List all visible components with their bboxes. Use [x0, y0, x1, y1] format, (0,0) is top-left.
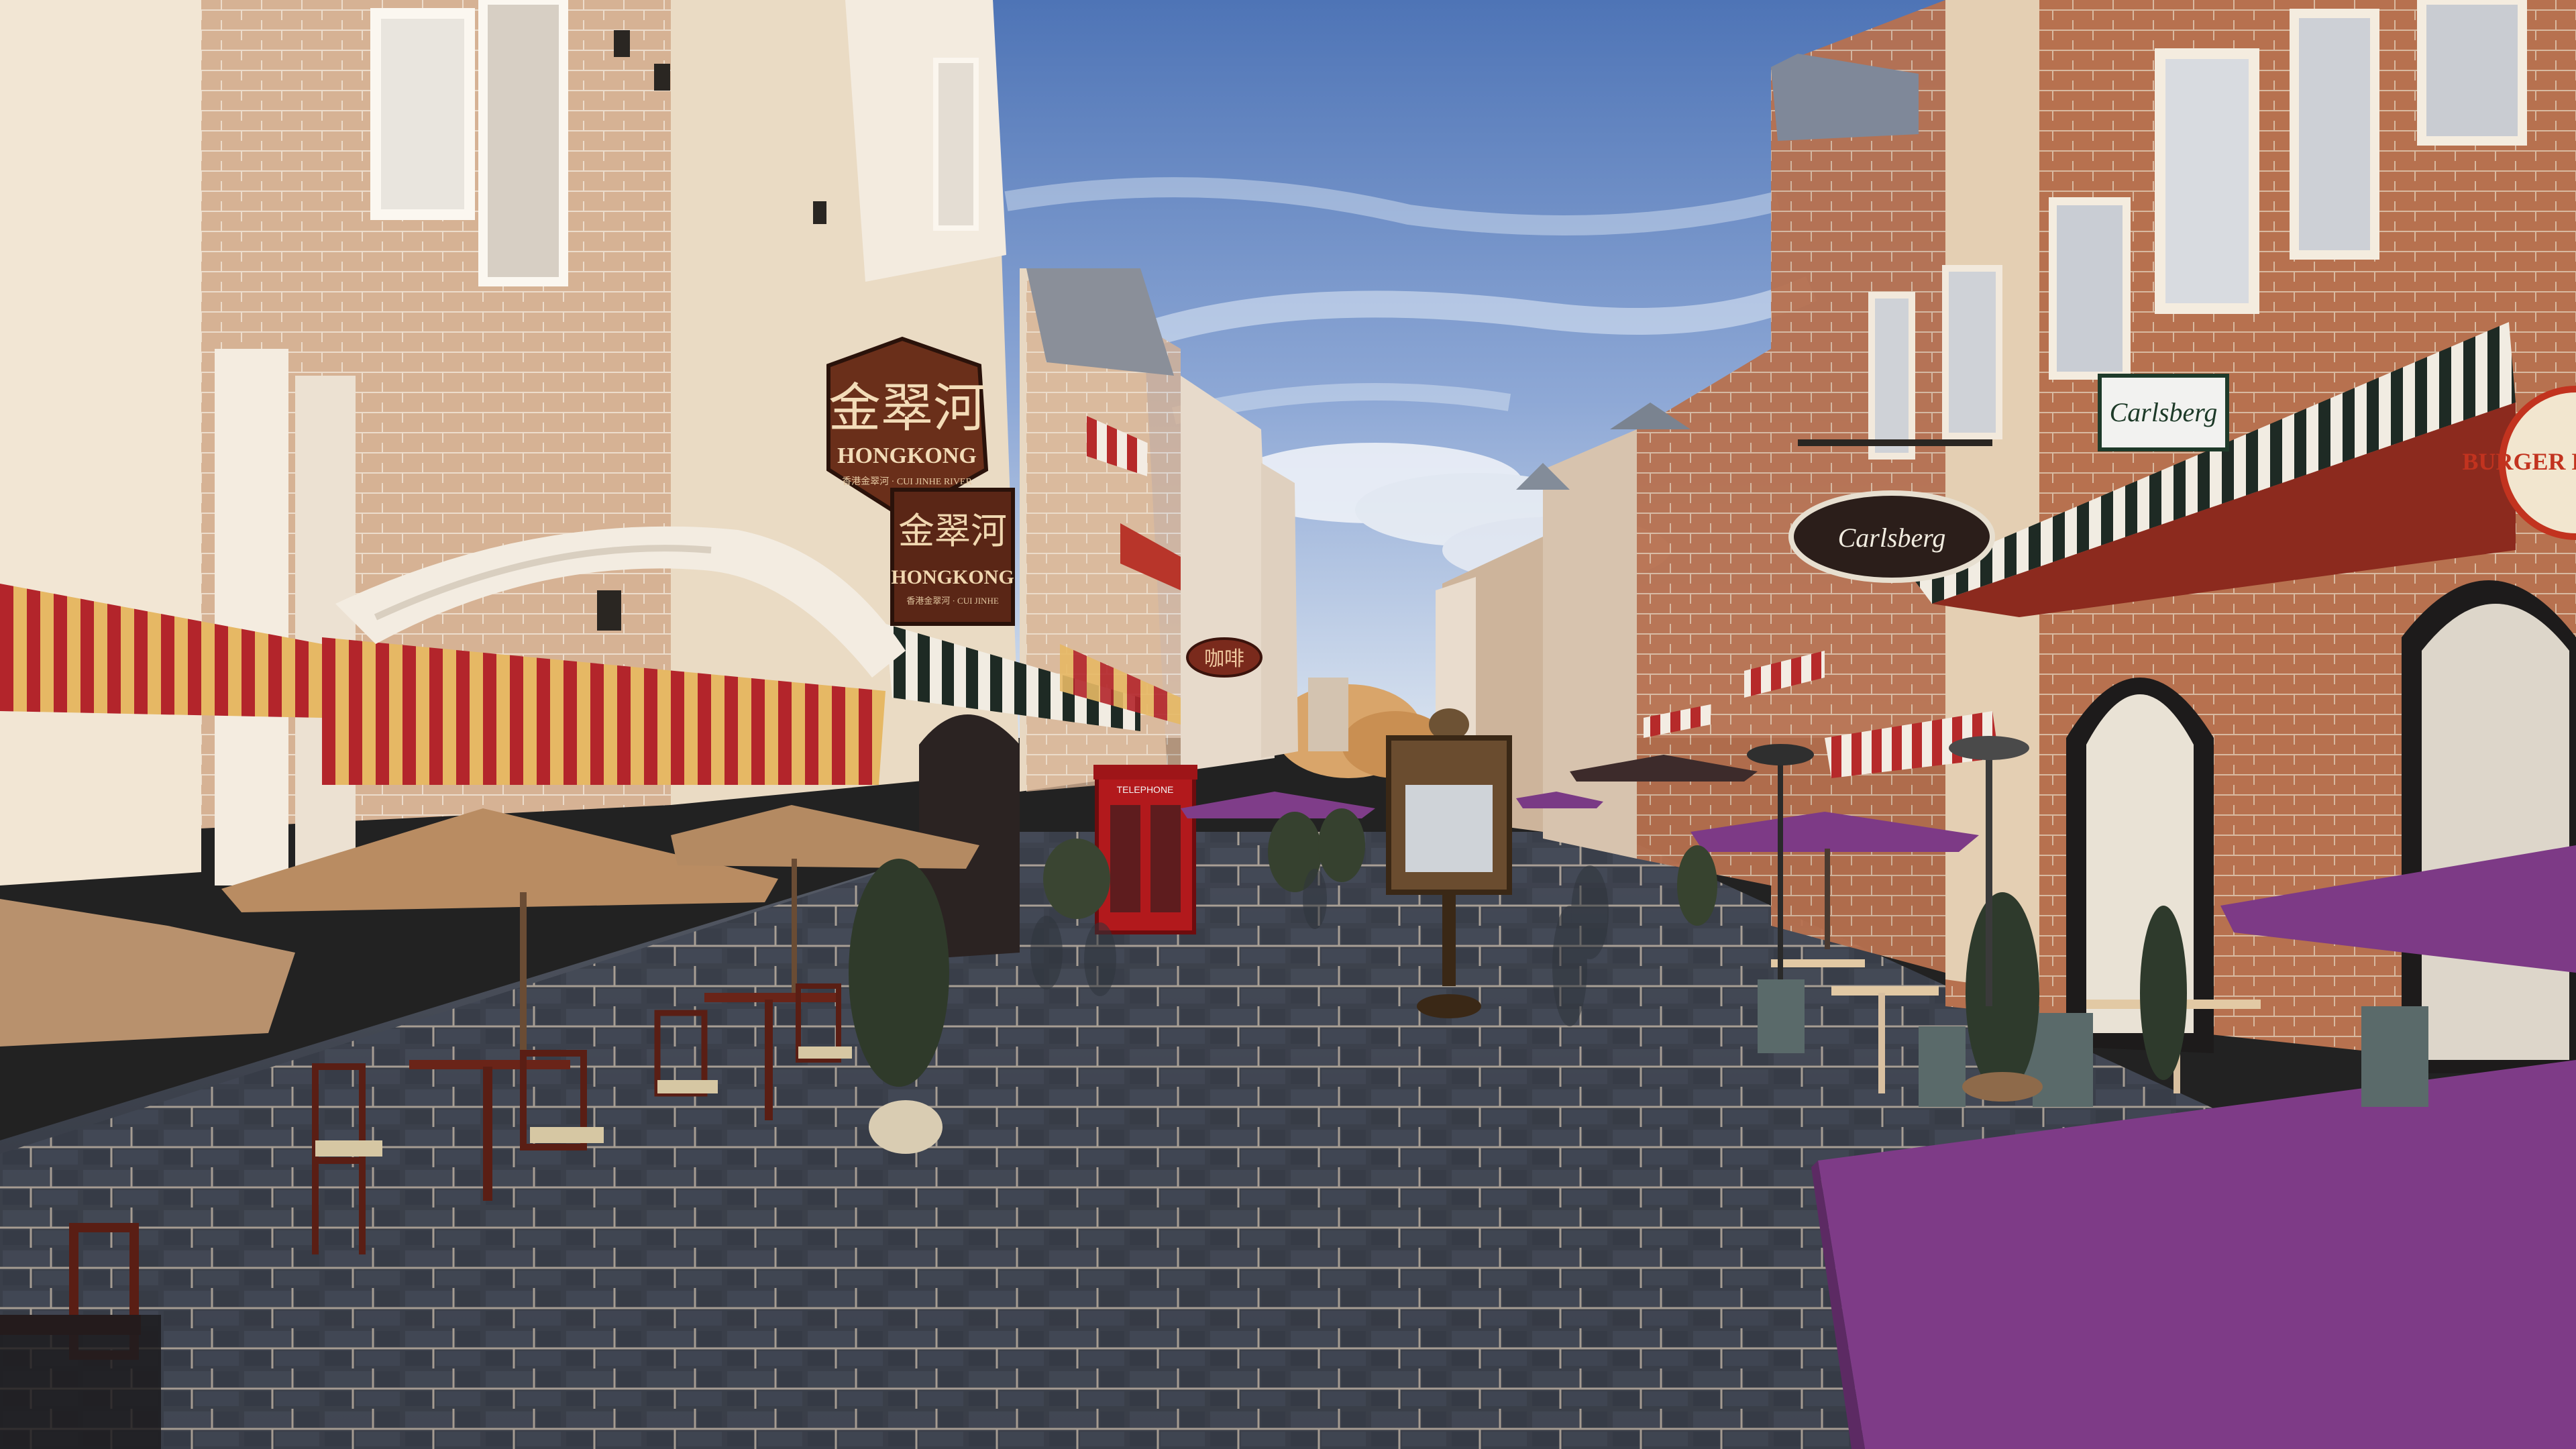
- carlsberg-hanging-text: Carlsberg: [1838, 523, 1946, 553]
- foreground-shadow: [0, 1315, 161, 1449]
- board-sign-small: 香港金翠河 · CUI JINHE: [906, 596, 999, 606]
- street-scene: 金翠河 HONGKONG 香港金翠河 · CUI JINHE RIVER 金翠河…: [0, 0, 2576, 1449]
- cafe-small-sign: 咖啡: [1186, 637, 1263, 678]
- carlsberg-top-text: Carlsberg: [2110, 397, 2218, 427]
- telephone-box: TELEPHONE: [1093, 765, 1197, 934]
- cafe-sign-text: 咖啡: [1204, 648, 1244, 670]
- board-sign-chinese: 金翠河: [898, 511, 1007, 551]
- burger-king-text: BURGER KING: [2462, 448, 2576, 475]
- hex-sign-chinese: 金翠河: [828, 379, 985, 437]
- carlsberg-wall-sign: Carlsberg: [2098, 374, 2229, 451]
- street-render: 金翠河 HONGKONG 香港金翠河 · CUI JINHE RIVER 金翠河…: [0, 0, 2576, 1449]
- hex-sign-english: HONGKONG: [837, 443, 977, 468]
- telephone-box-label: TELEPHONE: [1117, 784, 1174, 795]
- hong-kong-board-sign: 金翠河 HONGKONG 香港金翠河 · CUI JINHE: [890, 488, 1015, 626]
- board-sign-english: HONGKONG: [891, 566, 1014, 588]
- hex-sign-small: 香港金翠河 · CUI JINHE RIVER: [842, 476, 972, 487]
